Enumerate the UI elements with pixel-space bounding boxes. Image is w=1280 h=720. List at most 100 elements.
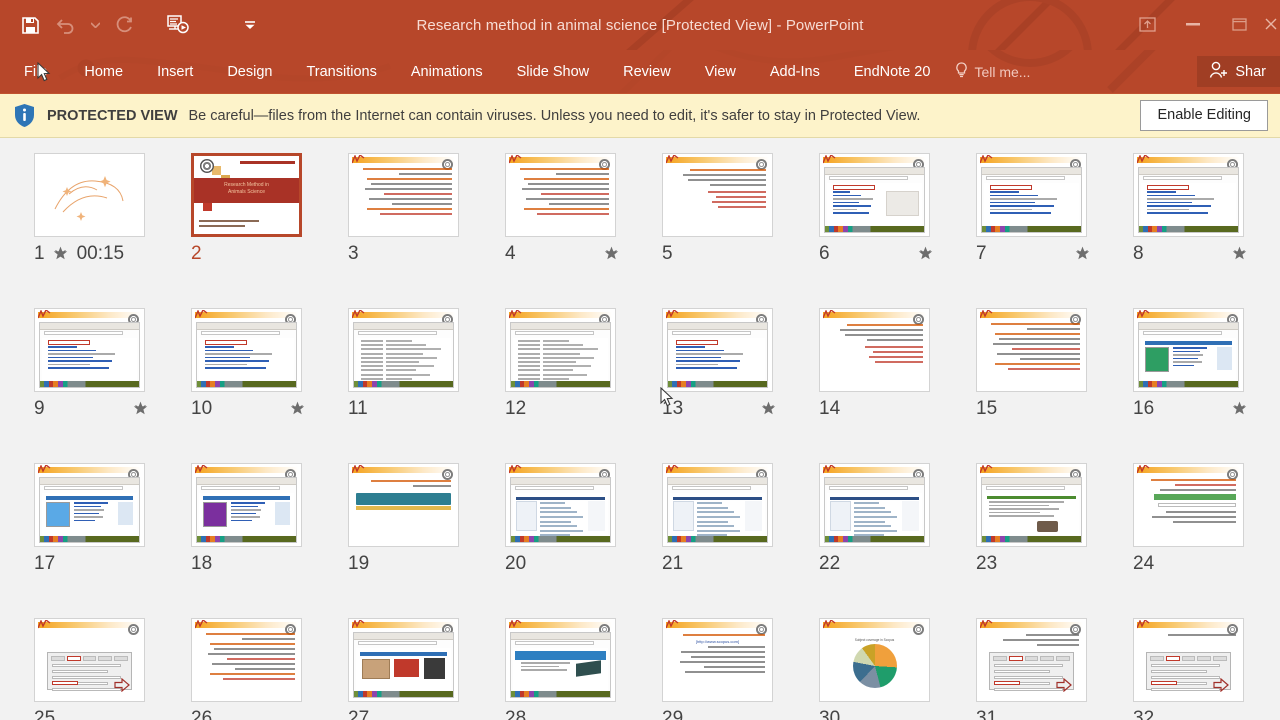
slide-thumbnail-30[interactable]: Subject coverage in Scopus 30 [801, 616, 958, 720]
slide-preview[interactable] [348, 153, 459, 237]
slide-thumbnail-9[interactable]: 9 [16, 306, 173, 461]
tab-design[interactable]: Design [210, 50, 289, 93]
slide-preview[interactable] [505, 463, 616, 547]
tab-slide-show[interactable]: Slide Show [500, 50, 607, 93]
slide-preview[interactable] [505, 153, 616, 237]
slide-thumb-wrap[interactable] [505, 618, 616, 702]
slide-preview[interactable] [191, 308, 302, 392]
slide-thumbnail-26[interactable]: 26 [173, 616, 330, 720]
slide-preview[interactable] [34, 463, 145, 547]
slide-thumb-wrap[interactable] [348, 153, 459, 237]
slide-preview[interactable] [348, 618, 459, 702]
slide-thumb-wrap[interactable] [34, 618, 145, 702]
transition-star-icon[interactable] [290, 401, 305, 416]
tab-insert[interactable]: Insert [140, 50, 210, 93]
close-icon[interactable] [1262, 7, 1280, 41]
slide-thumb-wrap[interactable] [505, 153, 616, 237]
transition-star-icon[interactable] [1075, 246, 1090, 261]
start-slideshow-icon[interactable] [160, 7, 196, 43]
slide-thumb-wrap[interactable] [1133, 153, 1244, 237]
slide-thumb-wrap[interactable] [819, 153, 930, 237]
transition-star-icon[interactable] [761, 401, 776, 416]
minimize-icon[interactable] [1170, 7, 1216, 41]
tell-me-box[interactable]: Tell me... [947, 50, 1030, 93]
slide-thumb-wrap[interactable] [34, 308, 145, 392]
slide-thumbnail-11[interactable]: 11 [330, 306, 487, 461]
slide-thumbnail-22[interactable]: 22 [801, 461, 958, 616]
slide-thumbnail-7[interactable]: 7 [958, 151, 1115, 306]
slide-thumb-wrap[interactable] [1133, 463, 1244, 547]
slide-preview[interactable] [348, 308, 459, 392]
slide-thumb-wrap[interactable] [662, 308, 773, 392]
slide-thumbnail-20[interactable]: 20 [487, 461, 644, 616]
slide-thumb-wrap[interactable] [819, 308, 930, 392]
slide-thumbnail-13[interactable]: 13 [644, 306, 801, 461]
slide-preview[interactable] [34, 308, 145, 392]
slide-thumbnail-10[interactable]: 10 [173, 306, 330, 461]
slide-preview[interactable] [819, 463, 930, 547]
slide-preview[interactable] [34, 153, 145, 237]
slide-preview[interactable] [1133, 618, 1244, 702]
save-icon[interactable] [12, 7, 48, 43]
slide-thumb-wrap[interactable] [34, 153, 145, 237]
slide-preview[interactable] [976, 618, 1087, 702]
enable-editing-button[interactable]: Enable Editing [1140, 100, 1268, 131]
slide-preview[interactable]: Research Method in Animals Science [191, 153, 302, 237]
slide-preview[interactable] [662, 153, 773, 237]
restore-icon[interactable] [1216, 7, 1262, 41]
slide-thumb-wrap[interactable] [976, 153, 1087, 237]
slide-thumb-wrap[interactable]: Research Method in Animals Science [191, 153, 302, 237]
ribbon-tabs[interactable]: File Home Insert Design Transitions Anim… [0, 50, 1030, 93]
slide-thumbnail-6[interactable]: 6 [801, 151, 958, 306]
slide-thumb-wrap[interactable] [191, 463, 302, 547]
slide-thumbnail-17[interactable]: 17 [16, 461, 173, 616]
tab-animations[interactable]: Animations [394, 50, 500, 93]
slide-thumb-wrap[interactable] [1133, 618, 1244, 702]
slide-preview[interactable] [662, 308, 773, 392]
slide-thumbnail-21[interactable]: 21 [644, 461, 801, 616]
slide-thumbnail-3[interactable]: 3 [330, 151, 487, 306]
slide-thumbnail-27[interactable]: 27 [330, 616, 487, 720]
slide-thumbnail-29[interactable]: [http://www.scopus.com] 29 [644, 616, 801, 720]
slide-thumbnail-5[interactable]: 5 [644, 151, 801, 306]
slide-thumb-wrap[interactable] [191, 308, 302, 392]
slide-thumb-wrap[interactable] [348, 308, 459, 392]
slide-thumb-wrap[interactable] [348, 463, 459, 547]
slide-thumbnail-1[interactable]: 1 00:15 [16, 151, 173, 306]
slide-thumbnail-18[interactable]: 18 [173, 461, 330, 616]
slide-thumbnail-24[interactable]: 24 [1115, 461, 1272, 616]
slide-thumb-wrap[interactable] [505, 308, 616, 392]
tab-review[interactable]: Review [606, 50, 688, 93]
transition-star-icon[interactable] [133, 401, 148, 416]
slide-thumbnail-4[interactable]: 4 [487, 151, 644, 306]
slide-thumbnail-31[interactable]: 31 [958, 616, 1115, 720]
slide-thumbnail-32[interactable]: 32 [1115, 616, 1272, 720]
customize-qat-icon[interactable] [232, 7, 268, 43]
slide-preview[interactable] [819, 308, 930, 392]
tab-file[interactable]: File [14, 50, 67, 93]
slide-preview[interactable] [34, 618, 145, 702]
transition-star-icon[interactable] [604, 246, 619, 261]
slide-thumbnail-16[interactable]: 16 [1115, 306, 1272, 461]
slide-preview[interactable] [191, 618, 302, 702]
window-controls[interactable] [1124, 0, 1280, 48]
slide-thumbnail-28[interactable]: 28 [487, 616, 644, 720]
slide-thumbnail-15[interactable]: 15 [958, 306, 1115, 461]
slide-preview[interactable]: [http://www.scopus.com] [662, 618, 773, 702]
slide-thumbnail-14[interactable]: 14 [801, 306, 958, 461]
transition-star-icon[interactable] [53, 246, 68, 261]
slide-thumb-wrap[interactable] [976, 308, 1087, 392]
transition-star-icon[interactable] [1232, 246, 1247, 261]
slide-thumbnail-25[interactable]: 25 [16, 616, 173, 720]
ribbon-display-options-icon[interactable] [1124, 7, 1170, 41]
tab-home[interactable]: Home [67, 50, 140, 93]
slide-thumbnail-8[interactable]: 8 [1115, 151, 1272, 306]
slide-thumb-wrap[interactable] [34, 463, 145, 547]
slide-thumb-wrap[interactable] [976, 618, 1087, 702]
tab-endnote-20[interactable]: EndNote 20 [837, 50, 948, 93]
slide-preview[interactable] [819, 153, 930, 237]
slide-grid[interactable]: 1 00:15 Research Method in Animals Science 2… [0, 138, 1280, 720]
share-button[interactable]: Shar [1197, 56, 1280, 87]
tab-view[interactable]: View [688, 50, 753, 93]
slide-thumb-wrap[interactable]: Subject coverage in Scopus [819, 618, 930, 702]
